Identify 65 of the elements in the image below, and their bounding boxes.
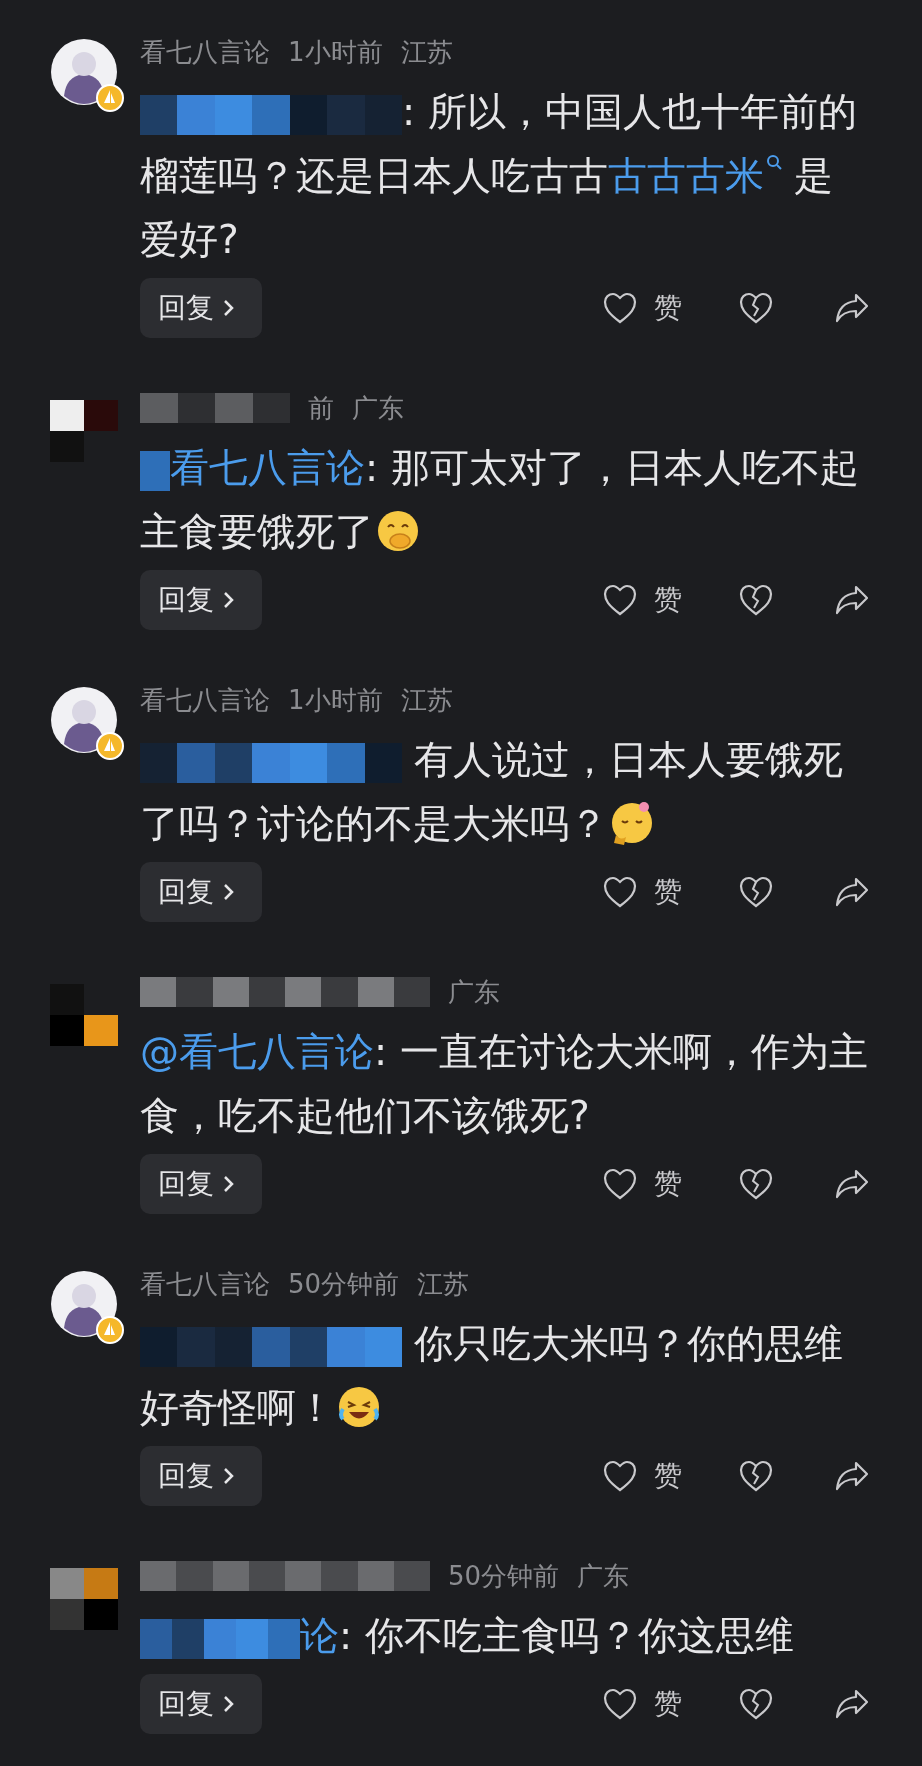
like-label[interactable]: 赞: [654, 287, 682, 329]
heart-icon[interactable]: [602, 1459, 638, 1493]
location-text: 江苏: [400, 683, 453, 717]
share-icon[interactable]: [834, 875, 870, 909]
comment-text: 有人说过，日本人要饿死了吗？讨论的不是大米吗？: [140, 736, 845, 848]
share-icon[interactable]: [834, 291, 870, 325]
broken-heart-icon[interactable]: [738, 1167, 774, 1201]
heart-icon[interactable]: [602, 583, 638, 617]
timestamp: 50分钟前: [448, 1559, 560, 1593]
location-text: 广东: [352, 391, 404, 425]
chevron-icon: [222, 1694, 235, 1714]
chevron-icon: [222, 1174, 235, 1194]
comment-text: : 所以，中国人也十年前的榴莲吗？还是日本人吃古古古古古米 是爱好?: [140, 88, 858, 264]
timestamp: 1小时前: [288, 683, 383, 717]
location-text: 广东: [448, 975, 500, 1009]
emoji-icon: [376, 508, 420, 553]
heart-icon[interactable]: [602, 291, 638, 325]
reply-button[interactable]: 回复: [140, 570, 262, 630]
author-name[interactable]: 看七八言论: [140, 1264, 270, 1304]
reply-button[interactable]: 回复: [140, 1154, 262, 1214]
like-label[interactable]: 赞: [654, 1683, 682, 1725]
timestamp: 1小时前: [288, 35, 383, 69]
location-text: 江苏: [417, 1267, 470, 1301]
reply-button[interactable]: 回复: [140, 278, 262, 338]
emoji-icon: [337, 1384, 381, 1429]
mention-link[interactable]: 论: [300, 1613, 339, 1658]
emoji-icon: [610, 800, 654, 845]
comment-text: @看七八言论: 一直在讨论大米啊，作为主食，吃不起他们不该饿死?: [140, 1028, 868, 1140]
author-name[interactable]: 看七八言论: [140, 32, 270, 72]
like-label[interactable]: 赞: [654, 871, 682, 913]
timestamp: 前: [308, 391, 334, 425]
share-icon[interactable]: [834, 1687, 870, 1721]
search-icon[interactable]: [766, 154, 782, 170]
reply-button[interactable]: 回复: [140, 1446, 262, 1506]
location-text: 江苏: [400, 35, 453, 69]
location-text: 广东: [577, 1559, 630, 1593]
share-icon[interactable]: [834, 1167, 870, 1201]
heart-icon[interactable]: [602, 875, 638, 909]
like-label[interactable]: 赞: [654, 1163, 682, 1205]
reply-button[interactable]: 回复: [140, 1674, 262, 1734]
heart-icon[interactable]: [602, 1687, 638, 1721]
share-icon[interactable]: [834, 583, 870, 617]
broken-heart-icon[interactable]: [738, 1687, 774, 1721]
heart-icon[interactable]: [602, 1167, 638, 1201]
broken-heart-icon[interactable]: [738, 875, 774, 909]
reply-button[interactable]: 回复: [140, 862, 262, 922]
share-icon[interactable]: [834, 1459, 870, 1493]
broken-heart-icon[interactable]: [738, 291, 774, 325]
chevron-icon: [222, 882, 235, 902]
chevron-icon: [222, 298, 235, 318]
mention-link[interactable]: 看七八言论: [170, 445, 365, 490]
broken-heart-icon[interactable]: [738, 1459, 774, 1493]
mosaic-redaction: [140, 450, 170, 491]
timestamp: 50分钟前: [288, 1267, 400, 1301]
mention-link[interactable]: @看七八言论: [140, 1029, 374, 1074]
comment-text: 论: 你不吃主食吗？你这思维: [140, 1604, 868, 1668]
author-name[interactable]: 看七八言论: [140, 680, 270, 720]
chevron-icon: [222, 1466, 235, 1486]
comment-text: 看七八言论: 那可太对了，日本人吃不起主食要饿死了: [140, 444, 860, 556]
like-label[interactable]: 赞: [654, 1455, 682, 1497]
chevron-icon: [222, 590, 235, 610]
like-label[interactable]: 赞: [654, 579, 682, 621]
search-link[interactable]: 古古古米: [608, 153, 764, 198]
comment-text: 你只吃大米吗？你的思维好奇怪啊！: [140, 1320, 845, 1432]
broken-heart-icon[interactable]: [738, 583, 774, 617]
